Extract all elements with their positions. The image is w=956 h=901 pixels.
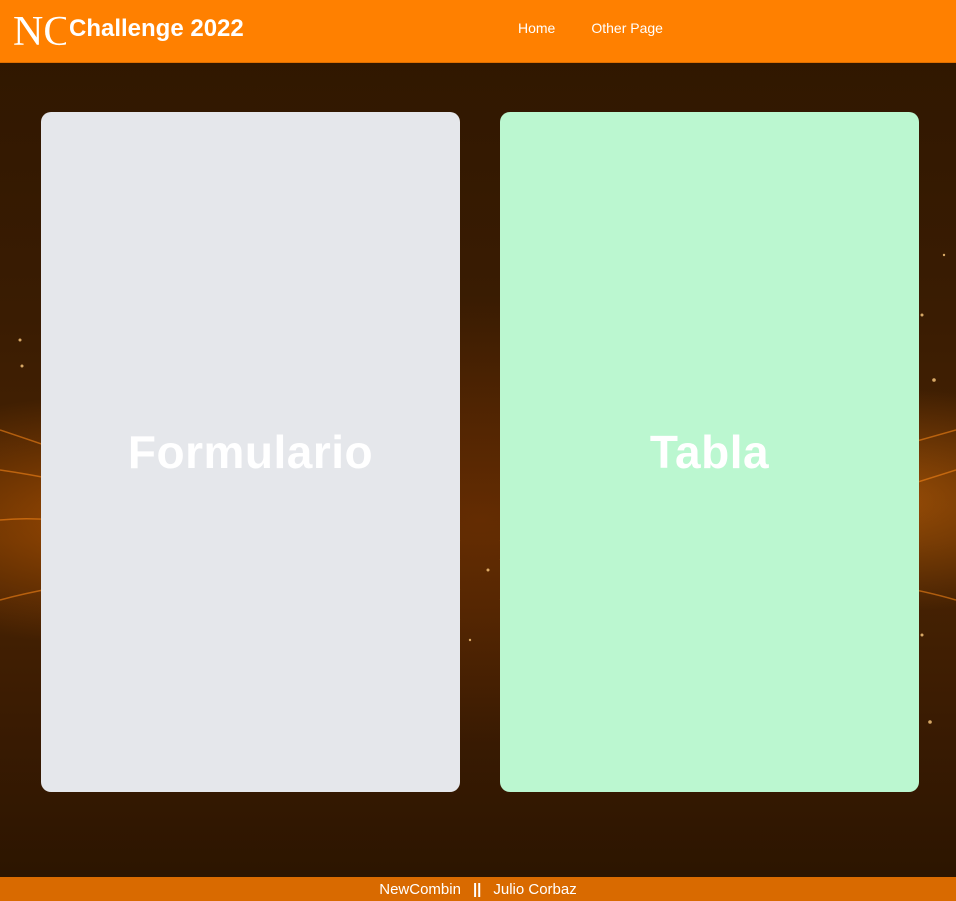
tabla-card-label: Tabla [649,426,770,478]
footer-company: NewCombin [379,880,461,898]
nav-link-other-page[interactable]: Other Page [591,20,663,36]
footer-author: Julio Corbaz [493,880,577,898]
page: NC Challenge 2022 Home Other Page Formul… [0,0,956,901]
formulario-card-label: Formulario [127,426,374,478]
nav-links: Home Other Page [518,20,663,36]
nav-link-home[interactable]: Home [518,20,555,36]
tabla-card[interactable]: Tabla [500,112,919,792]
brand-title: Challenge 2022 [69,15,244,42]
navbar: NC Challenge 2022 Home Other Page [0,0,956,63]
footer-separator: || [472,880,482,898]
nc-logo-icon[interactable]: NC [12,9,66,49]
formulario-card[interactable]: Formulario [41,112,460,792]
footer: NewCombin || Julio Corbaz [0,877,956,901]
logo-letters: NC [13,9,66,49]
